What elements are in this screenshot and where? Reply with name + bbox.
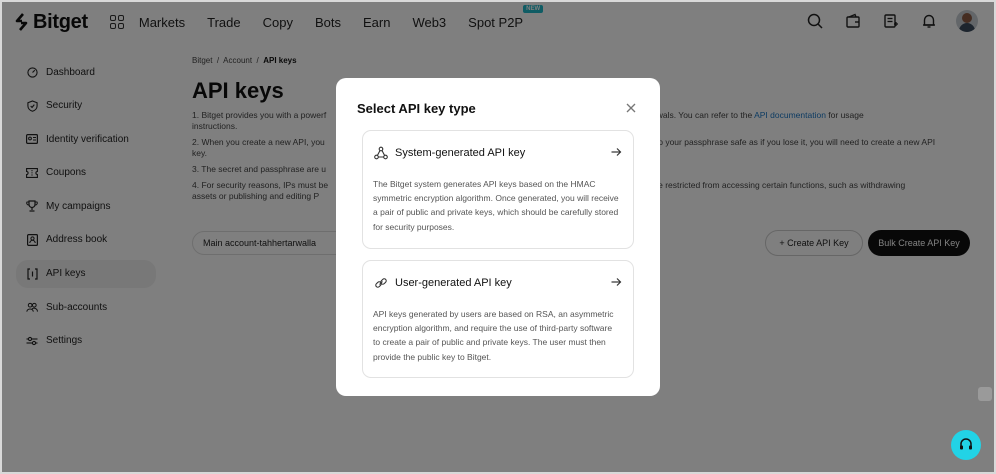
support-chat-icon[interactable] bbox=[951, 430, 981, 460]
option-description: API keys generated by users are based on… bbox=[373, 309, 614, 362]
modal-title: Select API key type bbox=[357, 101, 476, 116]
option-header: System-generated API key bbox=[374, 146, 525, 160]
option-title: System-generated API key bbox=[395, 147, 526, 159]
option-title: User-generated API key bbox=[395, 277, 512, 289]
user-generated-api-key-option[interactable]: User-generated API key API keys generate… bbox=[362, 260, 634, 378]
webhook-icon bbox=[374, 146, 388, 160]
system-generated-api-key-option[interactable]: System-generated API key The Bitget syst… bbox=[362, 130, 634, 249]
select-api-key-type-modal: Select API key type System-generated API… bbox=[336, 78, 660, 396]
arrow-right-icon bbox=[611, 148, 622, 156]
option-description: The Bitget system generates API keys bas… bbox=[373, 179, 619, 232]
link-icon bbox=[374, 276, 388, 290]
feedback-icon[interactable] bbox=[978, 387, 992, 401]
option-header: User-generated API key bbox=[374, 276, 512, 290]
arrow-right-icon bbox=[611, 278, 622, 286]
close-icon[interactable] bbox=[624, 101, 638, 115]
